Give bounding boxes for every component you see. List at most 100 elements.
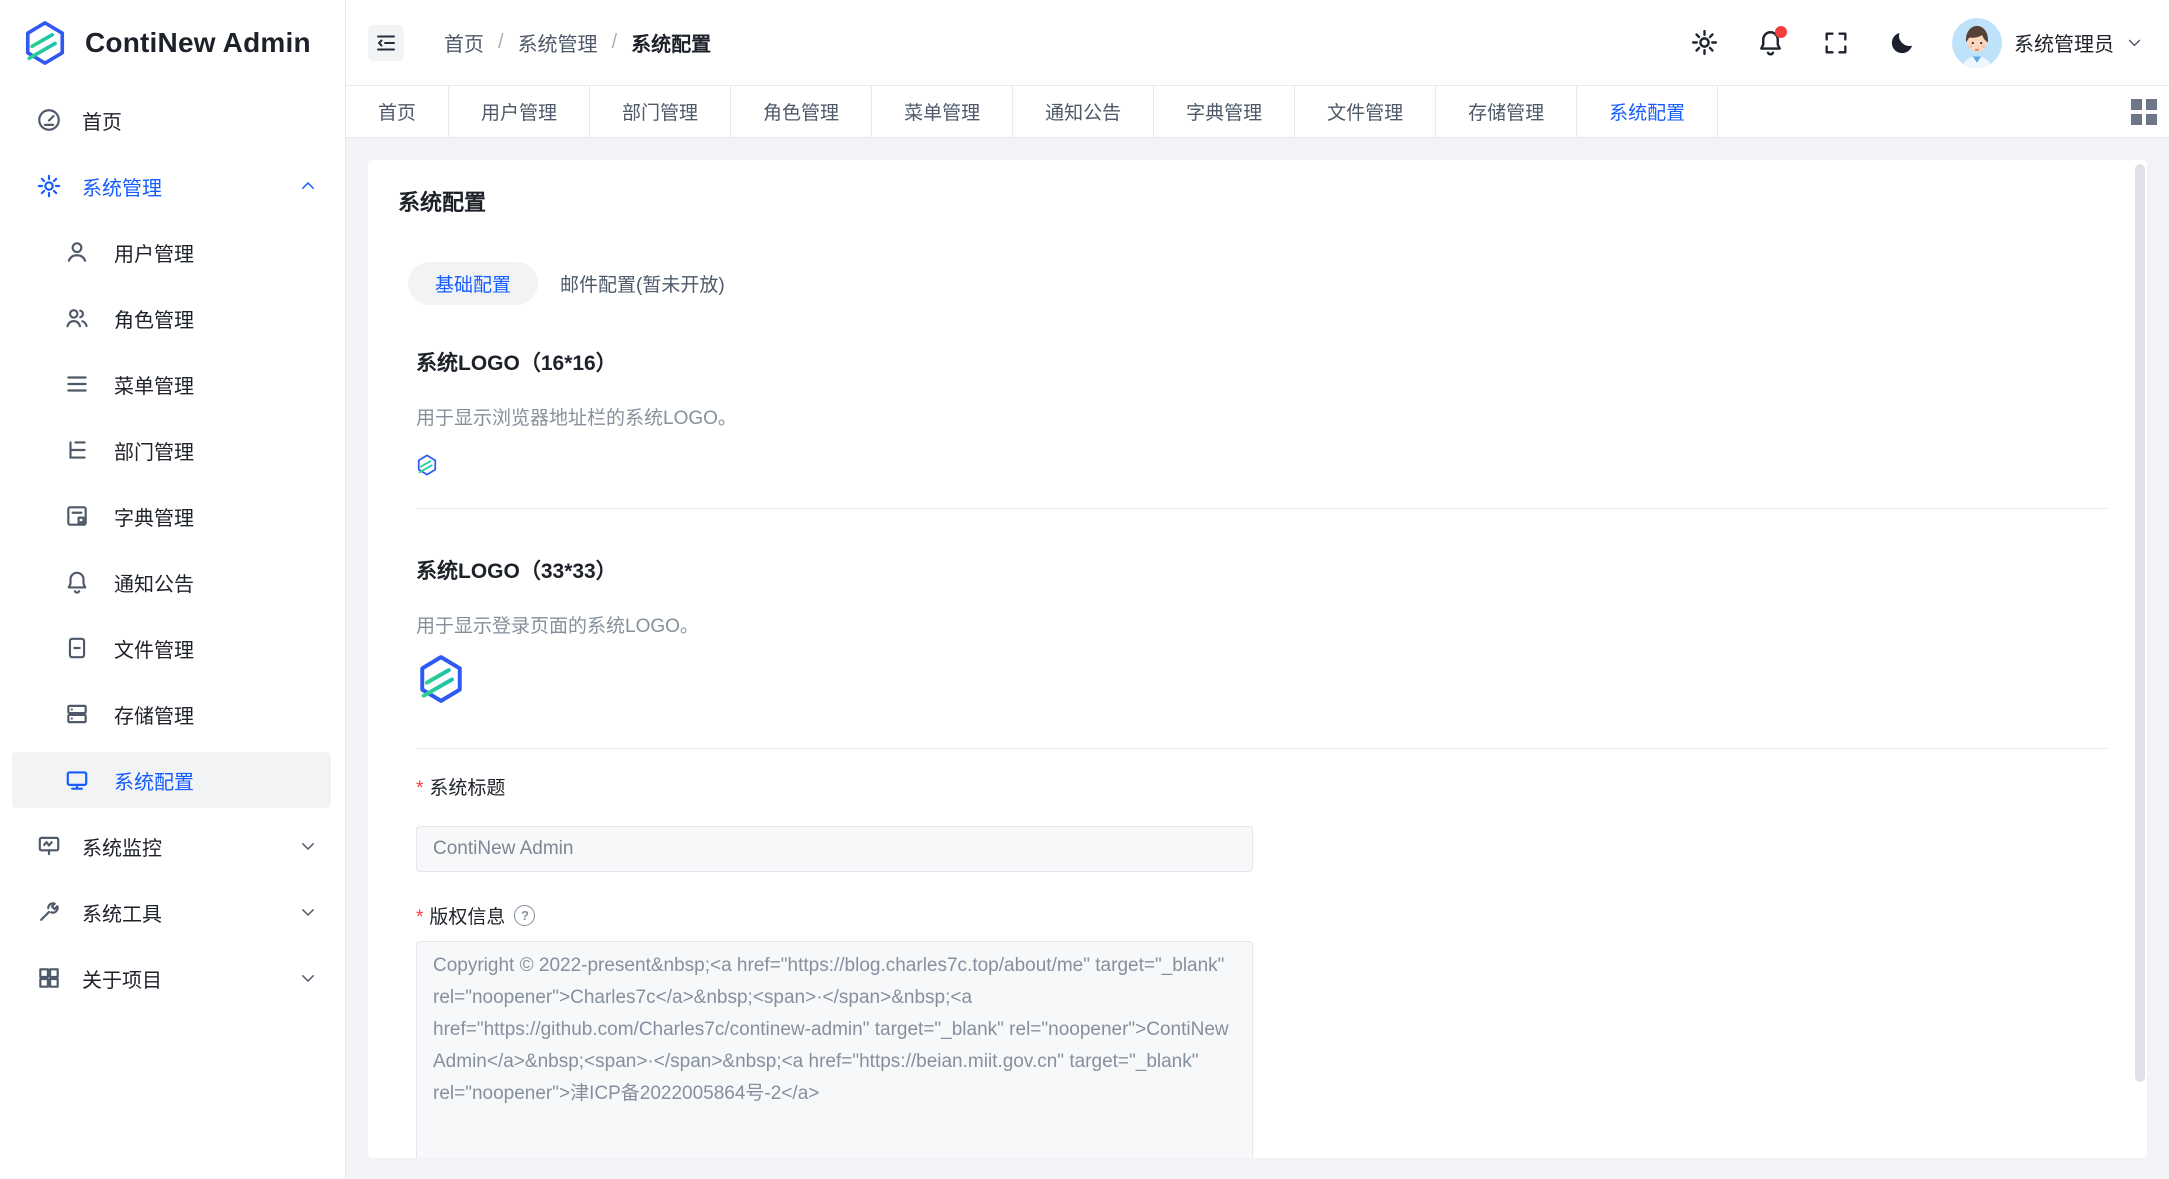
page-tab[interactable]: 通知公告 [1013, 86, 1154, 137]
content-area: 系统配置 基础配置 邮件配置(暂未开放) 系统LOGO（16*16） 用于显示浏… [346, 138, 2169, 1179]
tab-mail-config[interactable]: 邮件配置(暂未开放) [560, 270, 725, 297]
opened-tabs-bar: 首页 用户管理 部门管理 角色管理 菜单管理 通知公告 字典管理 文件管理 存储… [346, 86, 2169, 138]
sidebar-item-label: 通知公告 [114, 568, 194, 597]
sidebar-item-system-management[interactable]: 系统管理 [12, 158, 331, 214]
page-tab[interactable]: 首页 [346, 86, 449, 137]
fullscreen-button[interactable] [1820, 27, 1852, 59]
section-title: 系统LOGO（16*16） [416, 347, 2107, 377]
copyright-textarea[interactable]: Copyright © 2022-present&nbsp;<a href="h… [416, 941, 1253, 1158]
sidebar-item-menu-management[interactable]: 菜单管理 [12, 356, 331, 412]
section-description: 用于显示浏览器地址栏的系统LOGO。 [416, 403, 2107, 430]
user-icon [64, 239, 90, 265]
notification-badge [1775, 26, 1787, 38]
section-title: 系统LOGO（33*33） [416, 555, 2107, 585]
system-title-label: * 系统标题 [416, 773, 2107, 800]
sidebar-item-label: 首页 [82, 106, 122, 135]
breadcrumb-item-system-management[interactable]: 系统管理 [518, 28, 598, 57]
section-description: 用于显示登录页面的系统LOGO。 [416, 611, 2107, 638]
sidebar-item-label: 部门管理 [114, 436, 194, 465]
breadcrumb: 首页 / 系统管理 / 系统配置 [444, 28, 711, 57]
tab-actions-button[interactable] [2131, 86, 2157, 137]
storage-icon [64, 701, 90, 727]
field-label-text: 系统标题 [429, 773, 505, 800]
user-menu[interactable]: 系统管理员 [1952, 18, 2143, 68]
page-tab[interactable]: 角色管理 [731, 86, 872, 137]
breadcrumb-separator: / [612, 31, 618, 54]
sidebar-item-label: 角色管理 [114, 304, 194, 333]
page-tab[interactable]: 存储管理 [1436, 86, 1577, 137]
sidebar-item-label: 文件管理 [114, 634, 194, 663]
dashboard-icon [36, 107, 62, 133]
sidebar-item-notice[interactable]: 通知公告 [12, 554, 331, 610]
sidebar-item-label: 用户管理 [114, 238, 194, 267]
sidebar-item-dict-management[interactable]: 字典管理 [12, 488, 331, 544]
app-title: ContiNew Admin [85, 27, 311, 59]
card-scrollbar[interactable] [2135, 164, 2145, 1082]
system-title-input[interactable] [416, 826, 1253, 872]
chevron-up-icon [299, 177, 317, 195]
page-tab[interactable]: 用户管理 [449, 86, 590, 137]
user-group-icon [64, 305, 90, 331]
page-title: 系统配置 [398, 188, 2117, 218]
tab-basic-config[interactable]: 基础配置 [408, 262, 538, 305]
sidebar-item-system-config[interactable]: 系统配置 [12, 752, 331, 808]
sidebar-item-department-management[interactable]: 部门管理 [12, 422, 331, 478]
sidebar-item-label: 关于项目 [82, 964, 162, 993]
sidebar-item-label: 菜单管理 [114, 370, 194, 399]
sidebar-item-label: 系统配置 [114, 766, 194, 795]
help-icon[interactable]: ? [514, 905, 535, 926]
field-label-text: 版权信息 [429, 902, 505, 929]
page-tab[interactable]: 字典管理 [1154, 86, 1295, 137]
tree-list-icon [64, 437, 90, 463]
login-logo-preview[interactable] [416, 654, 466, 704]
gear-icon [36, 173, 62, 199]
sidebar-item-about-project[interactable]: 关于项目 [12, 950, 331, 1006]
page-tab-active[interactable]: 系统配置 [1577, 86, 1718, 137]
required-marker: * [416, 907, 423, 929]
config-form: * 系统标题 * 版权信息 ? Copyright © 2022-present… [416, 773, 2107, 1158]
dark-mode-button[interactable] [1886, 27, 1918, 59]
breadcrumb-item-home[interactable]: 首页 [444, 28, 484, 57]
app-logo-icon [22, 20, 68, 66]
user-name: 系统管理员 [2014, 28, 2114, 57]
sidebar-item-storage-management[interactable]: 存储管理 [12, 686, 331, 742]
sidebar-menu: 首页 系统管理 用户管理 角色 [0, 86, 345, 1179]
sidebar-item-system-tools[interactable]: 系统工具 [12, 884, 331, 940]
bell-icon [64, 569, 90, 595]
wrench-icon [36, 899, 62, 925]
sidebar: ContiNew Admin 首页 系统管理 [0, 0, 346, 1179]
sidebar-item-system-monitor[interactable]: 系统监控 [12, 818, 331, 874]
brand-header[interactable]: ContiNew Admin [0, 0, 345, 86]
sidebar-item-role-management[interactable]: 角色管理 [12, 290, 331, 346]
header-actions: 系统管理员 [1688, 18, 2143, 68]
settings-button[interactable] [1688, 27, 1720, 59]
sidebar-item-label: 系统工具 [82, 898, 162, 927]
monitor-pulse-icon [36, 833, 62, 859]
sidebar-item-home[interactable]: 首页 [12, 92, 331, 148]
top-header: 首页 / 系统管理 / 系统配置 [346, 0, 2169, 86]
breadcrumb-item-current: 系统配置 [631, 28, 711, 57]
page-tab[interactable]: 文件管理 [1295, 86, 1436, 137]
dictionary-icon [64, 503, 90, 529]
favicon-logo-preview[interactable] [416, 454, 438, 476]
divider [416, 508, 2107, 509]
avatar [1952, 18, 2002, 68]
main-column: 首页 / 系统管理 / 系统配置 [346, 0, 2169, 1179]
sidebar-item-file-management[interactable]: 文件管理 [12, 620, 331, 676]
sidebar-item-label: 系统管理 [82, 172, 162, 201]
logo-33-section: 系统LOGO（33*33） 用于显示登录页面的系统LOGO。 [416, 555, 2107, 749]
sidebar-item-label: 字典管理 [114, 502, 194, 531]
copyright-label: * 版权信息 ? [416, 902, 2107, 929]
required-marker: * [416, 778, 423, 800]
chevron-down-icon [299, 969, 317, 987]
notifications-button[interactable] [1754, 27, 1786, 59]
page-tab[interactable]: 部门管理 [590, 86, 731, 137]
grid-icon [2131, 99, 2157, 125]
file-icon [64, 635, 90, 661]
sidebar-collapse-button[interactable] [368, 25, 404, 61]
page-tab[interactable]: 菜单管理 [872, 86, 1013, 137]
logo-16-section: 系统LOGO（16*16） 用于显示浏览器地址栏的系统LOGO。 [416, 347, 2107, 509]
sidebar-item-user-management[interactable]: 用户管理 [12, 224, 331, 280]
breadcrumb-separator: / [498, 31, 504, 54]
menu-lines-icon [64, 371, 90, 397]
